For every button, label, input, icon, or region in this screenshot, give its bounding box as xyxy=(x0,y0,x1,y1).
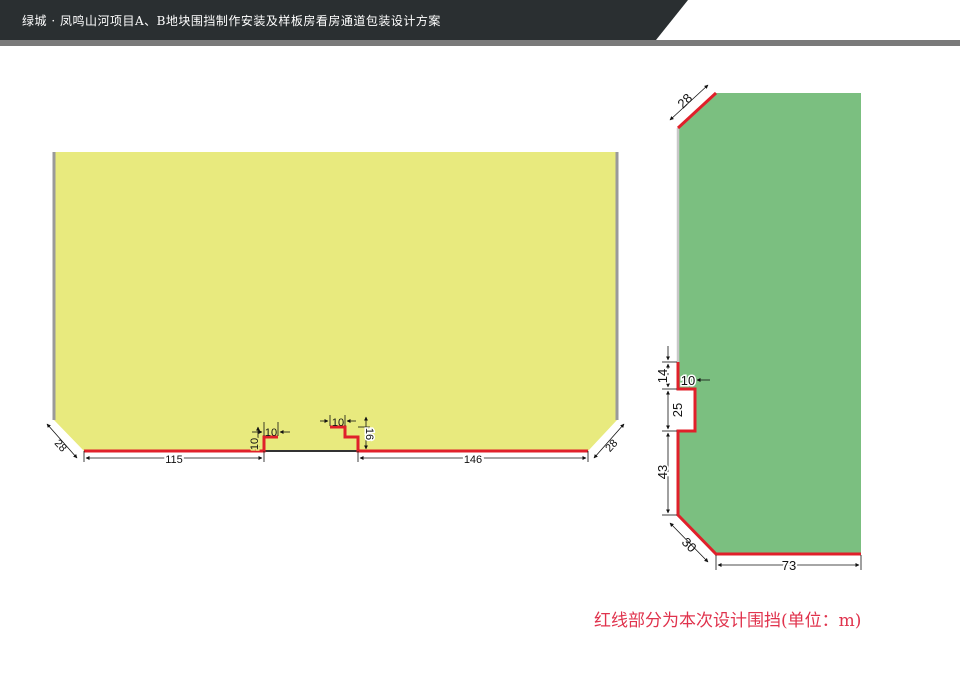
yellow-area xyxy=(54,152,617,451)
dim-seg2: 25 xyxy=(670,403,685,417)
dim-step1-height: 10 xyxy=(249,438,261,450)
right-plan: 28 14 25 43 10 30 73 xyxy=(654,84,862,575)
dim-step1-width: 10 xyxy=(265,427,277,439)
dim-right-run: 146 xyxy=(464,454,482,466)
dim-step2-width: 10 xyxy=(332,417,344,429)
dim-seg3: 43 xyxy=(655,465,670,479)
left-plan: 28 28 115 146 10 10 10 16 xyxy=(46,152,625,468)
dim-bottom-run: 73 xyxy=(782,558,796,573)
green-area xyxy=(678,93,861,554)
dim-seg1: 14 xyxy=(655,369,670,383)
site-plan-diagram: 28 28 115 146 10 10 10 16 28 14 25 43 10… xyxy=(46,84,862,575)
dim-step2-height: 16 xyxy=(363,428,375,440)
dim-bottom-corner: 30 xyxy=(679,534,700,555)
dim-left-run: 115 xyxy=(165,454,183,466)
dim-top-corner: 28 xyxy=(674,90,695,111)
dim-right-corner: 28 xyxy=(603,437,620,454)
dim-left-corner: 28 xyxy=(52,437,69,454)
legend-note: 红线部分为本次设计围挡(单位：m) xyxy=(594,611,862,631)
dim-notch-depth: 10 xyxy=(681,373,695,388)
